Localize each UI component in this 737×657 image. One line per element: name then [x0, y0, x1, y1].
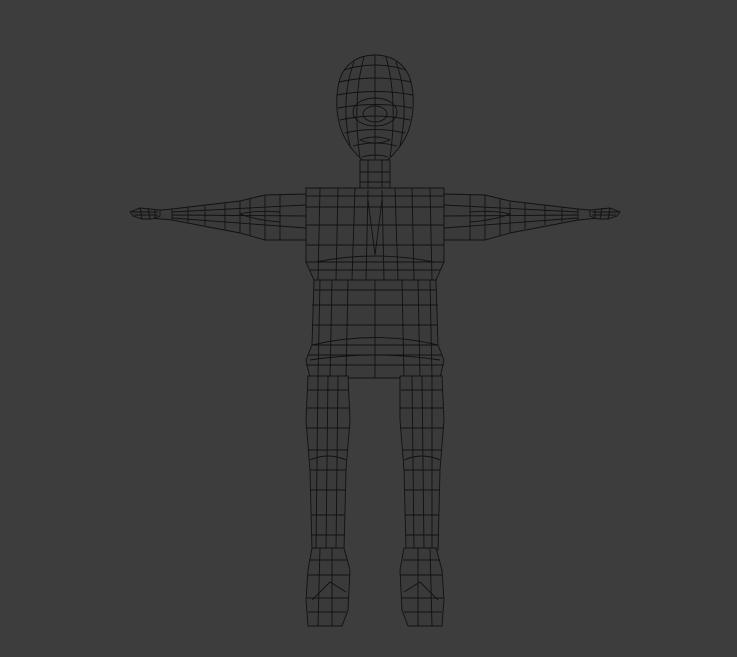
neck-mesh [359, 159, 391, 191]
left-foot-mesh [305, 547, 351, 627]
right-leg-mesh [399, 375, 445, 551]
character-wireframe-mesh [129, 54, 621, 627]
right-hand-mesh [589, 207, 621, 220]
hips-mesh [305, 279, 445, 379]
head-mesh [336, 54, 414, 167]
3d-viewport[interactable] [0, 0, 737, 657]
right-arm-mesh [443, 193, 601, 241]
torso-mesh [305, 187, 445, 281]
left-hand-mesh [129, 207, 161, 220]
left-leg-mesh [305, 375, 351, 551]
right-foot-mesh [399, 547, 445, 627]
left-arm-mesh [149, 193, 307, 241]
